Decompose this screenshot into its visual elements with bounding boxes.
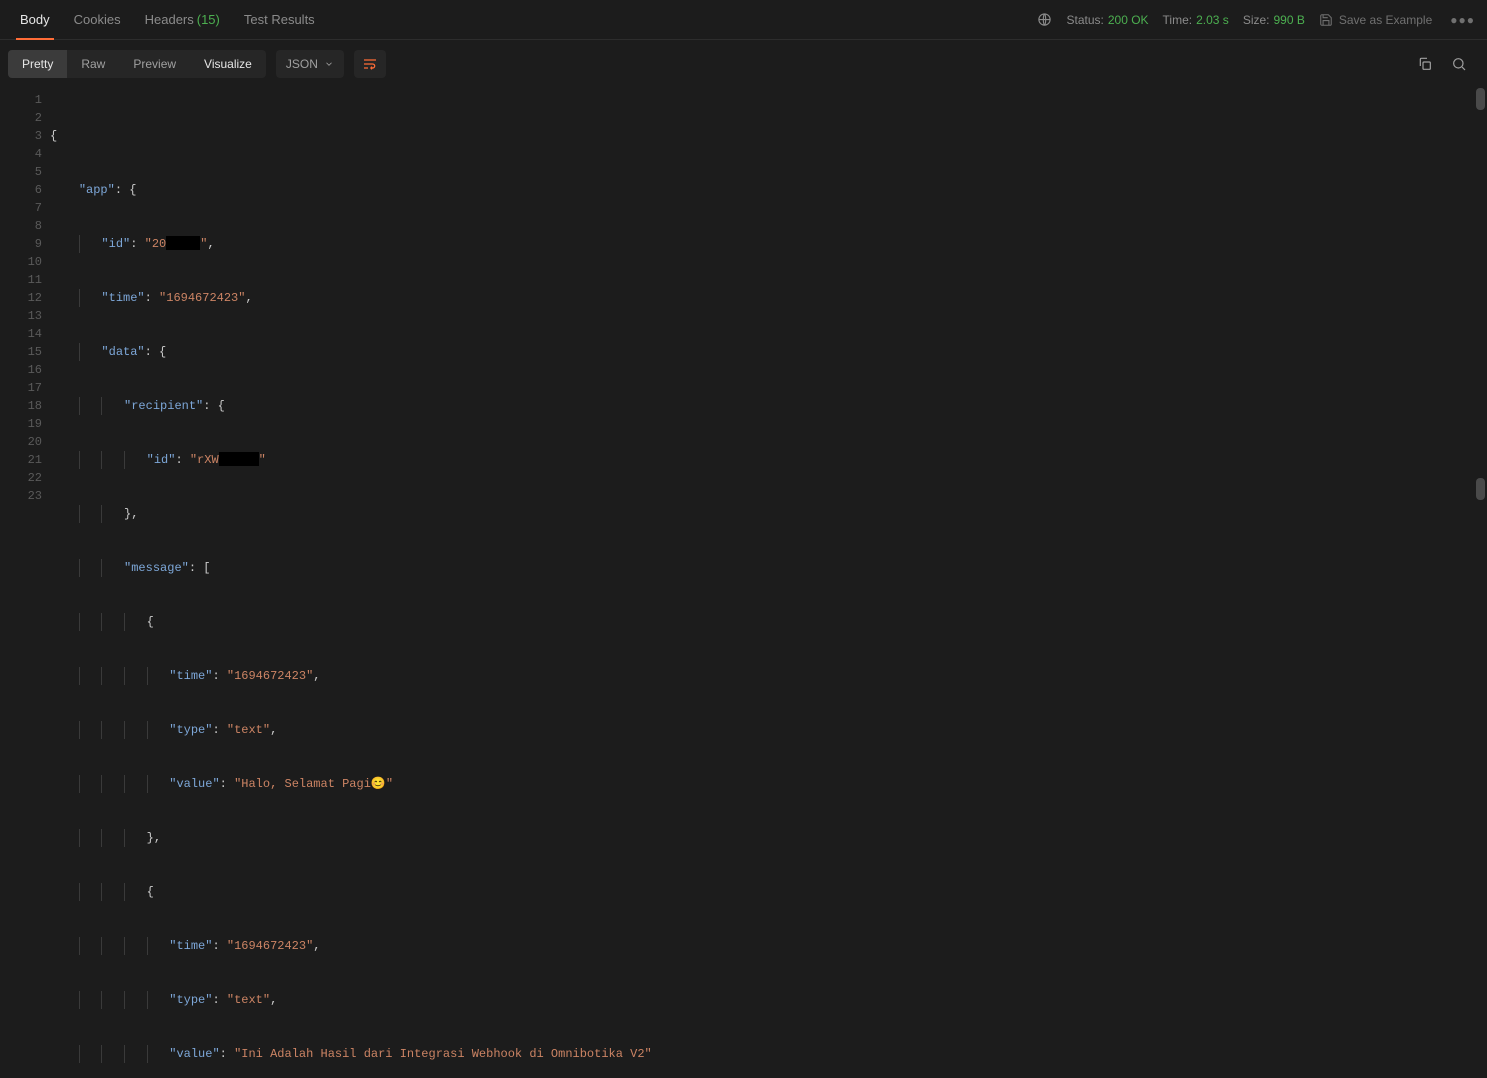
save-as-example-button[interactable]: Save as Example: [1319, 13, 1432, 27]
line-number: 21: [0, 451, 42, 469]
line-number: 10: [0, 253, 42, 271]
network-globe-icon[interactable]: [1037, 12, 1052, 27]
response-editor: 1234567891011121314151617181920212223 { …: [0, 88, 1487, 537]
status-time: Time: 2.03 s: [1163, 13, 1229, 27]
line-number: 15: [0, 343, 42, 361]
line-number: 9: [0, 235, 42, 253]
response-header-bar: Body Cookies Headers(15) Test Results St…: [0, 0, 1487, 40]
tab-headers[interactable]: Headers(15): [133, 0, 232, 39]
wrap-lines-button[interactable]: [354, 50, 386, 78]
copy-icon[interactable]: [1417, 56, 1433, 72]
view-bar: Pretty Raw Preview Visualize JSON: [0, 40, 1487, 88]
line-number: 17: [0, 379, 42, 397]
editor-action-icons: [1417, 56, 1477, 72]
view-preview[interactable]: Preview: [119, 50, 190, 78]
scrollbar-thumb-top[interactable]: [1476, 88, 1485, 110]
view-visualize[interactable]: Visualize: [190, 50, 266, 78]
status-code: Status: 200 OK: [1066, 13, 1148, 27]
headers-count: (15): [197, 12, 220, 27]
line-number: 7: [0, 199, 42, 217]
tab-test-results[interactable]: Test Results: [232, 0, 327, 39]
line-number: 18: [0, 397, 42, 415]
status-area: Status: 200 OK Time: 2.03 s Size: 990 B …: [1037, 12, 1479, 27]
tab-cookies[interactable]: Cookies: [62, 0, 133, 39]
line-number: 11: [0, 271, 42, 289]
line-number: 20: [0, 433, 42, 451]
line-number: 13: [0, 307, 42, 325]
tab-body[interactable]: Body: [8, 0, 62, 39]
wrap-icon: [362, 56, 378, 72]
line-number: 1: [0, 91, 42, 109]
status-size: Size: 990 B: [1243, 13, 1305, 27]
line-number: 6: [0, 181, 42, 199]
line-number: 19: [0, 415, 42, 433]
line-number: 16: [0, 361, 42, 379]
scrollbar-thumb-bottom[interactable]: [1476, 478, 1485, 500]
chevron-down-icon: [324, 59, 334, 69]
redacted: [219, 452, 259, 466]
search-icon[interactable]: [1451, 56, 1467, 72]
format-select[interactable]: JSON: [276, 50, 344, 78]
line-number: 2: [0, 109, 42, 127]
more-actions-icon[interactable]: ●●●: [1446, 13, 1479, 27]
body-view-tabs: Pretty Raw Preview Visualize: [8, 50, 266, 78]
line-number: 23: [0, 487, 42, 505]
line-number: 22: [0, 469, 42, 487]
line-gutter: 1234567891011121314151617181920212223: [0, 88, 50, 537]
response-tabs: Body Cookies Headers(15) Test Results: [8, 0, 327, 39]
view-pretty[interactable]: Pretty: [8, 50, 67, 78]
line-number: 8: [0, 217, 42, 235]
line-number: 12: [0, 289, 42, 307]
redacted: [166, 236, 200, 250]
line-number: 5: [0, 163, 42, 181]
view-raw[interactable]: Raw: [67, 50, 119, 78]
line-number: 3: [0, 127, 42, 145]
code-area[interactable]: { "app": { "id": "20", "time": "16946724…: [50, 88, 1487, 537]
line-number: 4: [0, 145, 42, 163]
line-number: 14: [0, 325, 42, 343]
